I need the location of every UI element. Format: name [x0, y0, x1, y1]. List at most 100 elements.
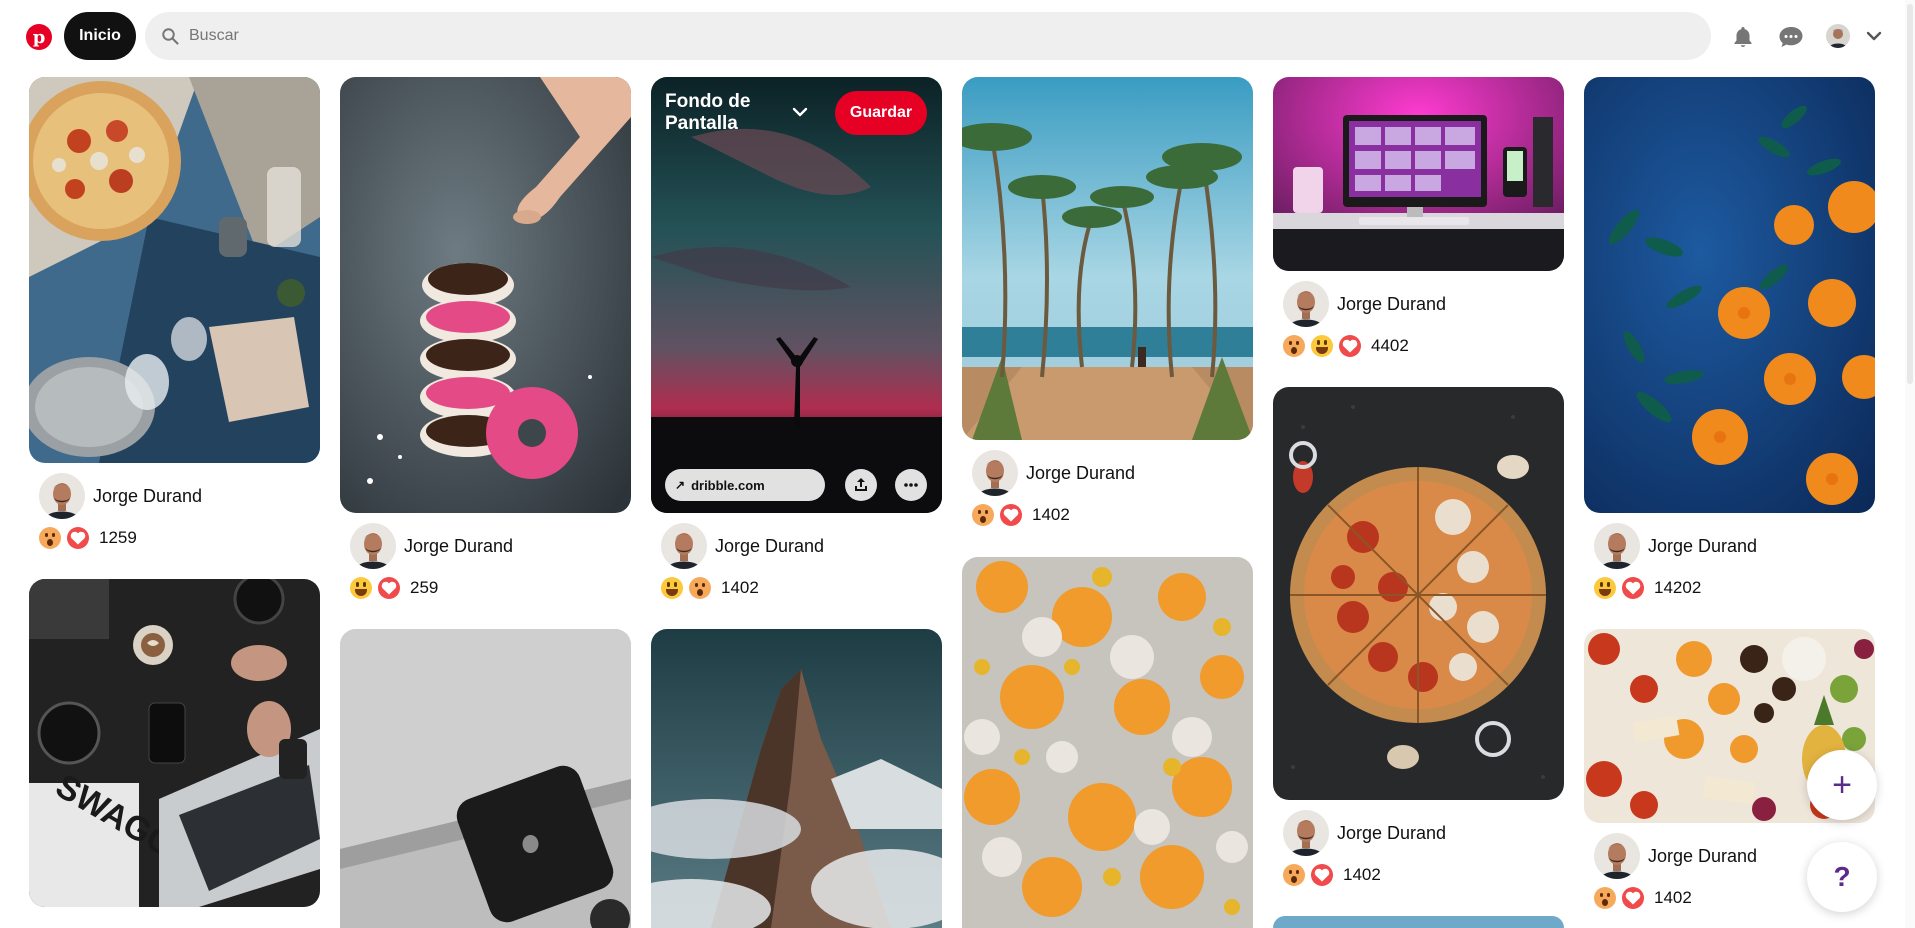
pin-card[interactable]: Fondo de Pantalla Guardar ↗ dribble.com J… — [651, 77, 942, 599]
add-button[interactable]: + — [1807, 750, 1877, 820]
pin-author[interactable]: Jorge Durand — [972, 450, 1135, 496]
author-name[interactable]: Jorge Durand — [1337, 294, 1446, 315]
save-button[interactable]: Guardar — [835, 91, 927, 135]
pin-card[interactable]: Jorge Durand 1259 — [29, 77, 320, 549]
author-name[interactable]: Jorge Durand — [1337, 823, 1446, 844]
author-avatar[interactable] — [350, 523, 396, 569]
pin-image[interactable] — [1273, 387, 1564, 800]
account-chevron-icon[interactable] — [1864, 26, 1884, 46]
pin-meta: Jorge Durand 1402 — [1273, 800, 1564, 886]
pin-card[interactable]: Jorge Durand 14202 — [1584, 77, 1875, 599]
love-reaction-icon — [378, 577, 400, 599]
search-icon — [162, 28, 179, 45]
pin-reactions: 4402 — [1283, 335, 1409, 357]
author-avatar[interactable] — [1594, 523, 1640, 569]
scrollbar-thumb[interactable] — [1907, 4, 1913, 384]
pin-card[interactable]: Jorge Durand 4402 — [1273, 77, 1564, 357]
haha-reaction-icon — [350, 577, 372, 599]
reaction-count: 1402 — [1654, 888, 1692, 907]
pinterest-logo[interactable]: p — [26, 24, 52, 50]
wow-reaction-icon — [689, 577, 711, 599]
pin-image[interactable] — [340, 77, 631, 513]
reaction-count: 1259 — [99, 528, 137, 547]
pin-author[interactable]: Jorge Durand — [1594, 833, 1757, 879]
source-link[interactable]: ↗ dribble.com — [665, 469, 825, 501]
pin-meta: Jorge Durand 4402 — [1273, 271, 1564, 357]
pin-image[interactable]: SWAGGER — [29, 579, 320, 907]
pin-image[interactable]: Fondo de Pantalla Guardar ↗ dribble.com — [651, 77, 942, 513]
pin-image[interactable] — [1273, 916, 1564, 928]
search-bar[interactable] — [145, 12, 1711, 60]
home-button[interactable]: Inicio — [64, 12, 136, 60]
reaction-count: 1402 — [1343, 865, 1381, 884]
pin-card[interactable] — [1273, 916, 1564, 928]
logo-letter: p — [32, 26, 46, 48]
more-options-button[interactable] — [895, 469, 927, 501]
pin-image[interactable] — [340, 629, 631, 928]
pin-card[interactable] — [651, 629, 942, 928]
author-avatar[interactable] — [1283, 810, 1329, 856]
pin-card[interactable]: Jorge Durand 259 — [340, 77, 631, 599]
pin-image[interactable] — [1584, 77, 1875, 513]
pin-author[interactable]: Jorge Durand — [39, 473, 202, 519]
pin-reactions: 259 — [350, 577, 438, 599]
love-reaction-icon — [1622, 577, 1644, 599]
author-avatar[interactable] — [972, 450, 1018, 496]
pin-card[interactable] — [340, 629, 631, 928]
love-reaction-icon — [67, 527, 89, 549]
share-button[interactable] — [845, 469, 877, 501]
wow-reaction-icon — [1283, 335, 1305, 357]
pin-card[interactable]: Jorge Durand 1402 — [1273, 387, 1564, 886]
love-reaction-icon — [1000, 504, 1022, 526]
pin-author[interactable]: Jorge Durand — [661, 523, 824, 569]
pin-author[interactable]: Jorge Durand — [1594, 523, 1757, 569]
author-avatar[interactable] — [661, 523, 707, 569]
reaction-count: 4402 — [1371, 336, 1409, 355]
pin-image[interactable] — [1273, 77, 1564, 271]
wow-reaction-icon — [1283, 864, 1305, 886]
author-name[interactable]: Jorge Durand — [1648, 536, 1757, 557]
help-icon: ? — [1833, 861, 1851, 892]
pin-author[interactable]: Jorge Durand — [350, 523, 513, 569]
pin-reactions: 1259 — [39, 527, 137, 549]
pin-author[interactable]: Jorge Durand — [1283, 281, 1446, 327]
pin-card[interactable]: SWAGGER — [29, 579, 320, 907]
pin-reactions: 1402 — [1283, 864, 1381, 886]
board-name[interactable]: Fondo de Pantalla — [665, 91, 775, 135]
pin-reactions: 1402 — [972, 504, 1070, 526]
pin-hover-overlay — [651, 77, 942, 513]
pin-reactions: 1402 — [661, 577, 759, 599]
pin-image[interactable] — [29, 77, 320, 463]
pin-image[interactable] — [962, 557, 1253, 928]
more-icon — [904, 483, 918, 487]
author-name[interactable]: Jorge Durand — [1648, 846, 1757, 867]
pin-meta: Jorge Durand 1402 — [962, 440, 1253, 526]
author-name[interactable]: Jorge Durand — [404, 536, 513, 557]
reaction-count: 14202 — [1654, 578, 1702, 597]
haha-reaction-icon — [661, 577, 683, 599]
wow-reaction-icon — [972, 504, 994, 526]
pin-author[interactable]: Jorge Durand — [1283, 810, 1446, 856]
pin-image[interactable] — [962, 77, 1253, 440]
author-name[interactable]: Jorge Durand — [715, 536, 824, 557]
haha-reaction-icon — [1311, 335, 1333, 357]
pin-meta: Jorge Durand 14202 — [1584, 513, 1875, 599]
pin-card[interactable]: Jorge Durand 1402 — [962, 77, 1253, 526]
reaction-count: 1402 — [1032, 505, 1070, 524]
pin-image[interactable] — [651, 629, 942, 928]
pin-meta: Jorge Durand 259 — [340, 513, 631, 599]
author-avatar[interactable] — [39, 473, 85, 519]
account-avatar[interactable] — [1826, 24, 1850, 48]
help-button[interactable]: ? — [1807, 842, 1877, 912]
author-name[interactable]: Jorge Durand — [1026, 463, 1135, 484]
notifications-icon[interactable] — [1730, 24, 1756, 50]
search-input[interactable] — [189, 27, 1589, 45]
messages-icon[interactable] — [1778, 24, 1804, 50]
pin-card[interactable] — [962, 557, 1253, 928]
pin-reactions: 14202 — [1594, 577, 1701, 599]
author-name[interactable]: Jorge Durand — [93, 486, 202, 507]
author-avatar[interactable] — [1594, 833, 1640, 879]
author-avatar[interactable] — [1283, 281, 1329, 327]
pin-meta: Jorge Durand 1402 — [651, 513, 942, 599]
board-chevron-icon[interactable] — [791, 103, 809, 121]
